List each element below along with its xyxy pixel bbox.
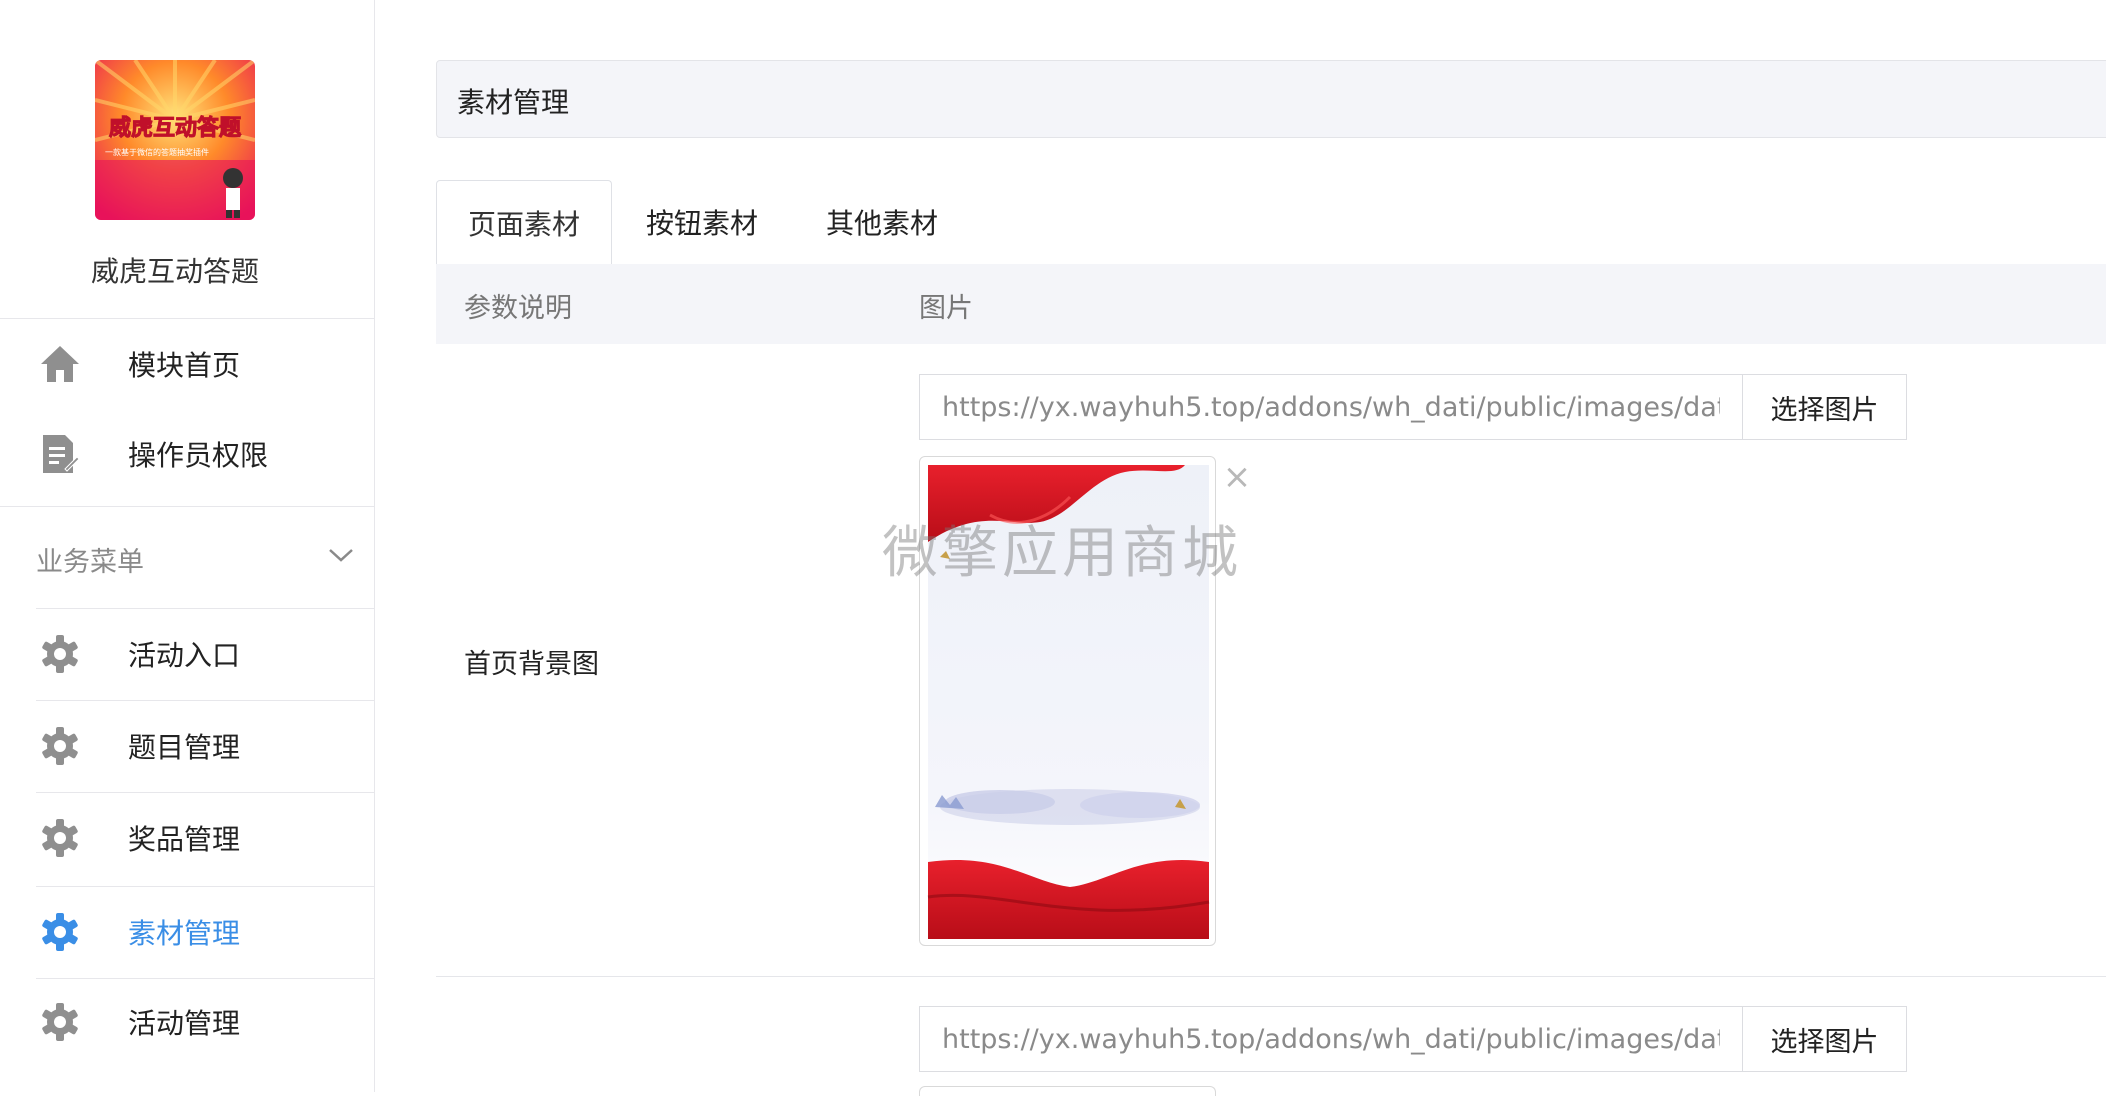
app-logo-image: 威虎互动答题 一款基于微信的答题抽奖插件 bbox=[95, 60, 255, 220]
home-icon bbox=[38, 342, 82, 386]
nav-item-label: 模块首页 bbox=[128, 349, 241, 382]
nav-item-question-management[interactable]: 题目管理 bbox=[0, 702, 374, 790]
background-image-preview bbox=[927, 465, 1210, 939]
image-preview bbox=[919, 456, 1216, 946]
image-preview bbox=[919, 1086, 1216, 1096]
divider bbox=[0, 318, 374, 319]
nav-item-label: 活动入口 bbox=[128, 639, 241, 672]
gear-icon bbox=[38, 724, 82, 768]
divider bbox=[36, 792, 374, 793]
logo-subtitle: 一款基于微信的答题抽奖插件 bbox=[105, 147, 209, 157]
divider bbox=[0, 506, 374, 507]
main-content: 素材管理 页面素材 按钮素材 其他素材 参数说明 图片 首页背景图 选择图片 bbox=[436, 0, 2106, 1096]
chevron-down-icon[interactable] bbox=[326, 540, 356, 570]
divider bbox=[36, 700, 374, 701]
gear-icon bbox=[38, 632, 82, 676]
tab-bar: 页面素材 按钮素材 其他素材 bbox=[436, 180, 2106, 265]
app-name: 威虎互动答题 bbox=[90, 255, 259, 288]
gear-icon bbox=[38, 816, 82, 860]
select-image-button[interactable]: 选择图片 bbox=[1742, 375, 1906, 439]
row-label-home-background: 首页背景图 bbox=[464, 649, 599, 680]
tab-button-materials[interactable]: 按钮素材 bbox=[612, 180, 792, 264]
remove-image-icon[interactable]: × bbox=[1222, 460, 1252, 494]
divider bbox=[36, 608, 374, 609]
column-header-description: 参数说明 bbox=[464, 293, 572, 324]
image-url-group: 选择图片 bbox=[919, 1006, 1907, 1072]
nav-item-label: 奖品管理 bbox=[128, 823, 241, 856]
sidebar: 威虎互动答题 一款基于微信的答题抽奖插件 威虎互动答题 模块首页 操作员权限 业… bbox=[0, 0, 375, 1092]
nav-item-label: 素材管理 bbox=[128, 917, 241, 950]
nav-item-module-home[interactable]: 模块首页 bbox=[0, 320, 374, 408]
nav-item-activity-management[interactable]: 活动管理 bbox=[0, 978, 374, 1066]
divider bbox=[36, 886, 374, 887]
gear-icon bbox=[38, 1000, 82, 1044]
nav-item-label: 活动管理 bbox=[128, 1007, 241, 1040]
nav-item-prize-management[interactable]: 奖品管理 bbox=[0, 794, 374, 882]
menu-group-title: 业务菜单 bbox=[36, 547, 144, 578]
gear-icon bbox=[38, 910, 82, 954]
row-divider bbox=[436, 976, 2106, 977]
nav-item-material-management[interactable]: 素材管理 bbox=[0, 888, 374, 976]
image-url-input[interactable] bbox=[920, 1007, 1742, 1071]
document-edit-icon bbox=[38, 432, 82, 476]
nav-item-label: 操作员权限 bbox=[128, 439, 269, 472]
image-url-group: 选择图片 bbox=[919, 374, 1907, 440]
page-title-bar: 素材管理 bbox=[436, 60, 2106, 138]
app-logo: 威虎互动答题 一款基于微信的答题抽奖插件 bbox=[95, 60, 255, 220]
tab-other-materials[interactable]: 其他素材 bbox=[792, 180, 972, 264]
select-image-button[interactable]: 选择图片 bbox=[1742, 1007, 1906, 1071]
column-header-image: 图片 bbox=[919, 293, 973, 324]
nav-item-operator-permissions[interactable]: 操作员权限 bbox=[0, 410, 374, 498]
page-title: 素材管理 bbox=[457, 86, 570, 119]
image-url-input[interactable] bbox=[920, 375, 1742, 439]
table-header: 参数说明 图片 bbox=[436, 264, 2106, 344]
logo-title: 威虎互动答题 bbox=[109, 115, 242, 141]
nav-item-activity-entry[interactable]: 活动入口 bbox=[0, 610, 374, 698]
nav-item-label: 题目管理 bbox=[128, 731, 241, 764]
tab-page-materials[interactable]: 页面素材 bbox=[436, 180, 612, 265]
